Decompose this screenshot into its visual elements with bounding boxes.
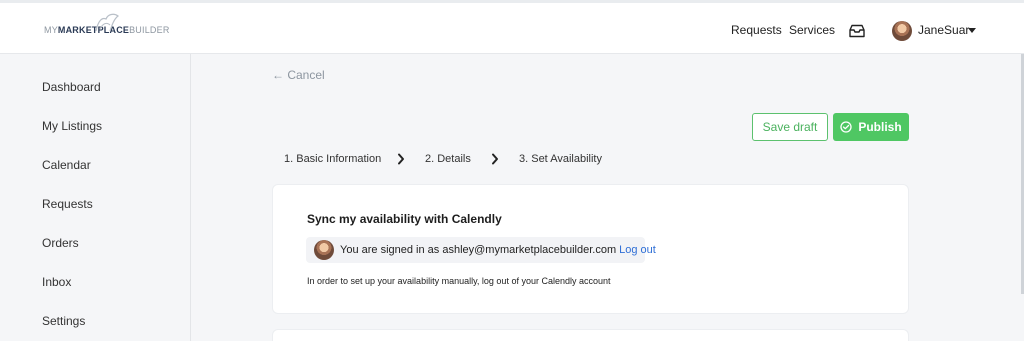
logo-text-my: MY (44, 25, 58, 35)
step-details[interactable]: 2. Details (425, 153, 471, 165)
sidebar-item-my-listings[interactable]: My Listings (42, 119, 102, 133)
logo-text-builder: BUILDER (129, 25, 170, 35)
manual-availability-note: In order to set up your availability man… (307, 276, 611, 286)
save-draft-label: Save draft (762, 120, 818, 134)
chevron-right-icon (398, 153, 404, 165)
sidebar-item-inbox[interactable]: Inbox (42, 275, 71, 289)
save-draft-button[interactable]: Save draft (752, 113, 828, 141)
signed-in-text: You are signed in as ashley@mymarketplac… (340, 244, 656, 256)
signed-in-message: You are signed in as ashley@mymarketplac… (340, 244, 617, 256)
brand-logo[interactable]: MY MARKETPLACE BUILDER (44, 13, 170, 45)
publish-label: Publish (858, 120, 902, 134)
logout-link[interactable]: Log out (619, 244, 656, 256)
nav-services[interactable]: Services (789, 23, 835, 37)
step-set-availability[interactable]: 3. Set Availability (519, 153, 602, 165)
top-bar: MY MARKETPLACE BUILDER Requests Services… (0, 0, 1024, 54)
sidebar-item-dashboard[interactable]: Dashboard (42, 80, 101, 94)
account-avatar (314, 240, 334, 260)
nav-requests[interactable]: Requests (731, 23, 782, 37)
next-card (272, 329, 909, 341)
user-name[interactable]: JaneSuar (918, 23, 969, 37)
sidebar-item-orders[interactable]: Orders (42, 236, 79, 250)
sidebar-item-calendar[interactable]: Calendar (42, 158, 91, 172)
sidebar-item-settings[interactable]: Settings (42, 314, 85, 328)
cancel-link[interactable]: ← Cancel (272, 68, 325, 82)
tray-icon[interactable] (848, 24, 866, 38)
calendly-sync-card: Sync my availability with Calendly You a… (272, 184, 909, 314)
user-avatar[interactable] (892, 21, 912, 41)
check-circle-icon (840, 121, 852, 133)
chevron-down-icon[interactable] (968, 28, 976, 33)
publish-button[interactable]: Publish (833, 113, 909, 141)
chevron-right-icon (492, 153, 498, 165)
step-basic-information[interactable]: 1. Basic Information (284, 153, 381, 165)
signed-in-status: You are signed in as ashley@mymarketplac… (306, 237, 656, 263)
sidebar: Dashboard My Listings Calendar Requests … (0, 54, 191, 341)
card-title: Sync my availability with Calendly (307, 212, 502, 226)
logo-mark-icon (95, 13, 120, 32)
sidebar-item-requests[interactable]: Requests (42, 197, 93, 211)
